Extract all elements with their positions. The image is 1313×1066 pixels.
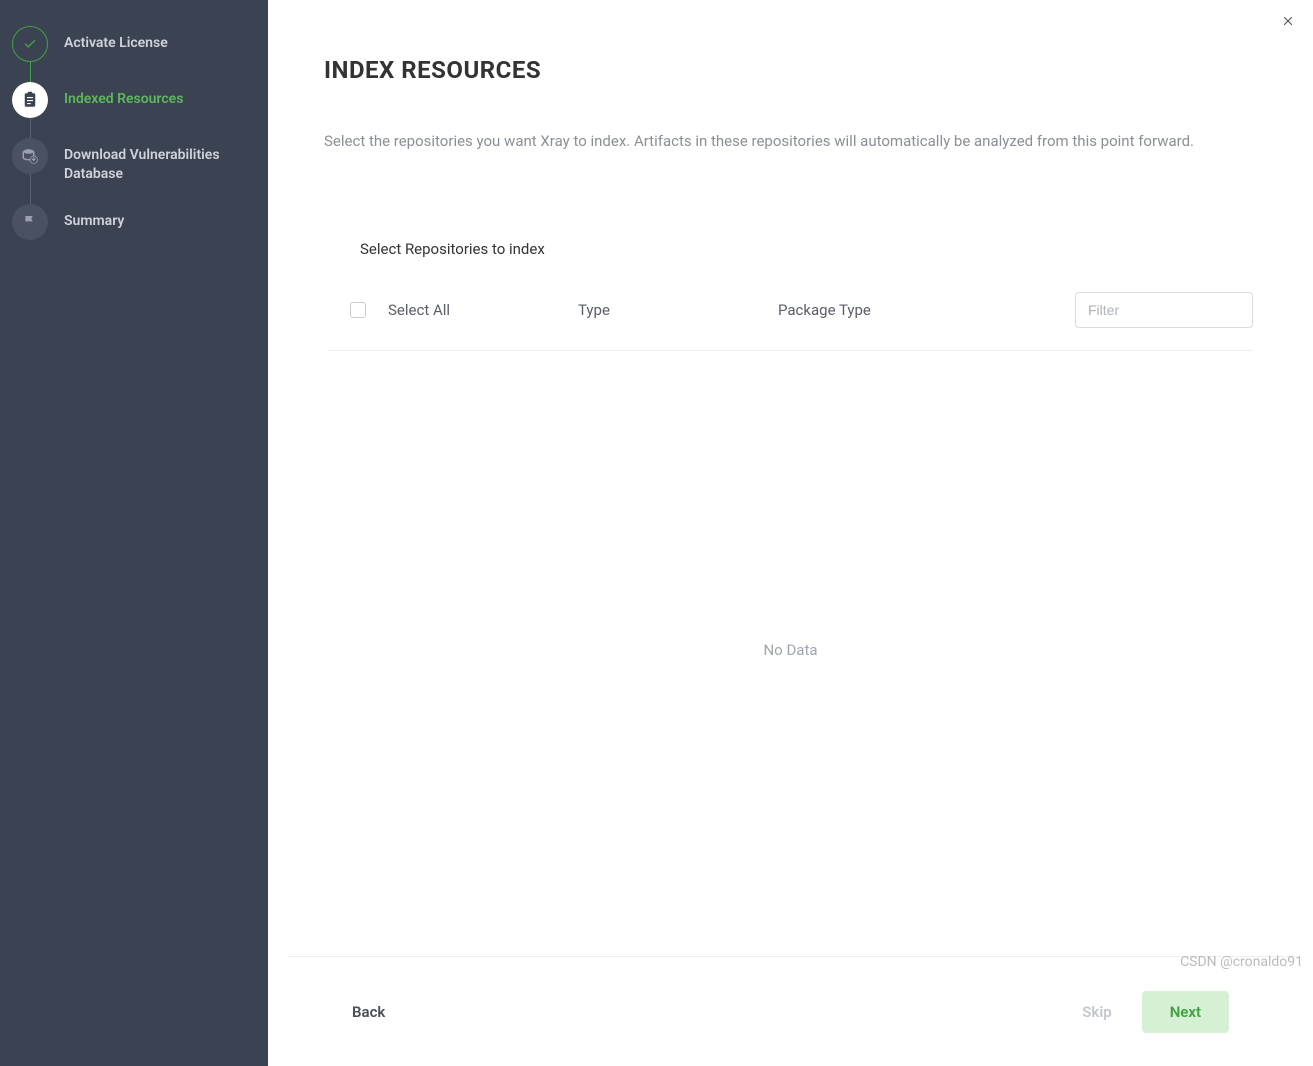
filter-input[interactable] [1075, 292, 1253, 328]
select-all-checkbox[interactable] [350, 302, 366, 318]
step-label: Summary [64, 204, 124, 231]
column-type: Type [578, 301, 778, 319]
repositories-table: Select All Type Package Type No Data [328, 282, 1253, 659]
table-empty-message: No Data [328, 351, 1253, 659]
step-download-vuln-db[interactable]: Download Vulnerabilities Database [12, 138, 256, 204]
next-button[interactable]: Next [1142, 991, 1229, 1033]
section-title: Select Repositories to index [360, 240, 1257, 258]
page-title: INDEX RESOURCES [324, 56, 1257, 84]
column-package-type: Package Type [778, 301, 1075, 319]
table-header-row: Select All Type Package Type [328, 282, 1253, 351]
database-download-icon [12, 138, 48, 174]
content-area: INDEX RESOURCES Select the repositories … [268, 0, 1313, 956]
step-activate-license[interactable]: Activate License [12, 26, 256, 82]
back-button[interactable]: Back [352, 1003, 385, 1021]
page-description: Select the repositories you want Xray to… [324, 132, 1257, 150]
skip-button[interactable]: Skip [1082, 1003, 1111, 1021]
step-label: Download Vulnerabilities Database [64, 138, 256, 184]
select-all-cell [328, 302, 388, 318]
column-select-all: Select All [388, 301, 578, 319]
step-summary[interactable]: Summary [12, 204, 256, 260]
wizard-footer: Back Skip Next [288, 956, 1293, 1066]
step-label: Activate License [64, 26, 168, 53]
close-icon[interactable] [1281, 14, 1295, 28]
main-panel: INDEX RESOURCES Select the repositories … [268, 0, 1313, 1066]
wizard-sidebar: Activate License Indexed Resources Downl… [0, 0, 268, 1066]
flag-icon [12, 204, 48, 240]
filter-cell [1075, 292, 1253, 328]
step-indexed-resources[interactable]: Indexed Resources [12, 82, 256, 138]
clipboard-icon [12, 82, 48, 118]
check-icon [12, 26, 48, 62]
step-label: Indexed Resources [64, 82, 183, 109]
